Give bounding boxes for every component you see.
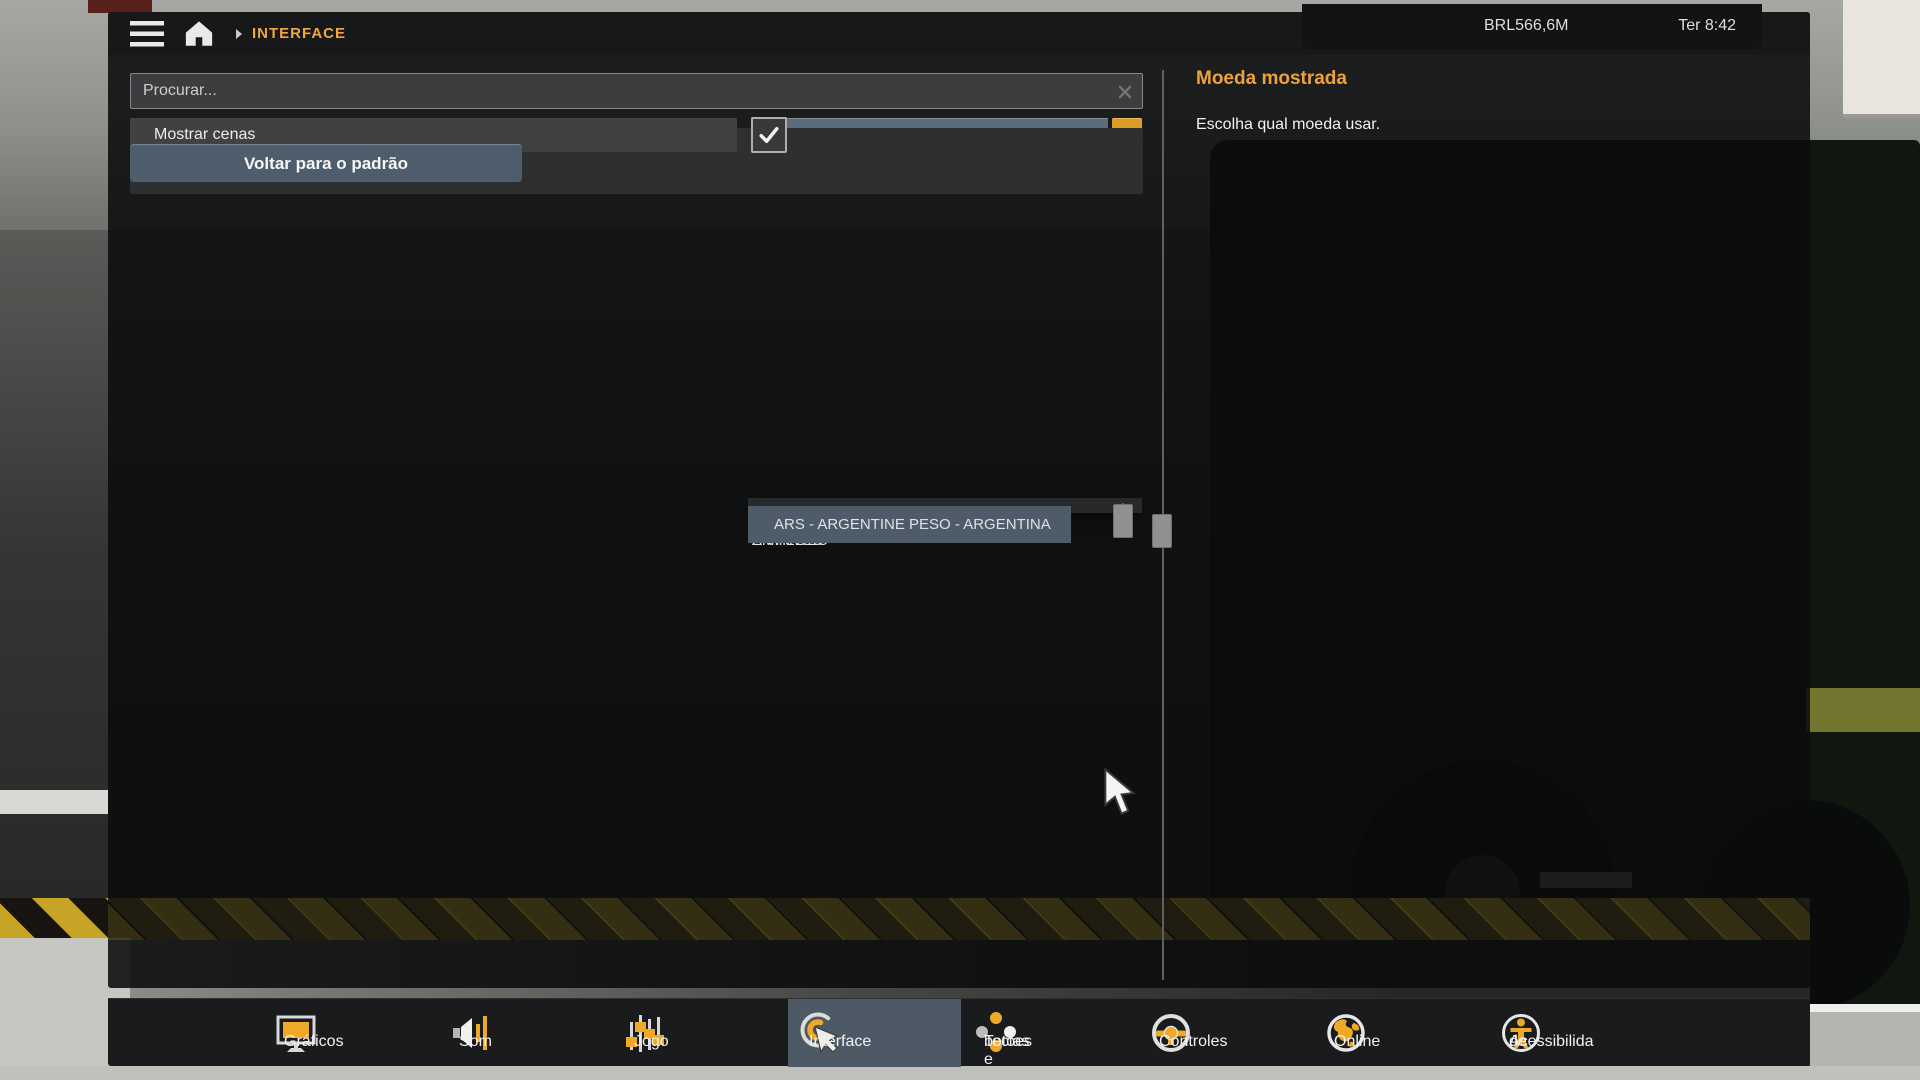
tab-online[interactable]: Online xyxy=(1313,999,1486,1067)
home-icon[interactable] xyxy=(184,19,214,48)
search-bar xyxy=(130,73,1143,109)
settings-tab-bar: Gráficos Som Jogo xyxy=(108,998,1810,1066)
floor-edge-line xyxy=(1810,1004,1920,1012)
money-balance: BRL566,6M xyxy=(1484,17,1569,35)
tab-sound[interactable]: Som xyxy=(438,999,611,1067)
currency-option-highlighted[interactable]: ARS - ARGENTINE PESO - ARGENTINA xyxy=(748,506,1071,543)
tab-game[interactable]: Jogo xyxy=(613,999,786,1067)
tooltip-title: Moeda mostrada xyxy=(1196,68,1347,90)
dropdown-scrollbar-thumb[interactable] xyxy=(1113,504,1133,538)
game-settings-screen: INTERFACE BRL566,6M Ter 8:42 Moeda mostr… xyxy=(0,0,1920,1080)
wall-band xyxy=(0,790,108,814)
menu-hamburger-icon[interactable] xyxy=(130,21,164,47)
game-time: Ter 8:42 xyxy=(1678,17,1736,35)
panel-scrollbar-thumb[interactable] xyxy=(1152,514,1172,548)
breadcrumb: INTERFACE xyxy=(252,25,346,42)
tab-interface[interactable]: Interface xyxy=(788,999,961,1067)
currency-dropdown-list: ADA - CARDANO AED - EMIRATI DIRHAM - UNI… xyxy=(748,498,1142,513)
hud-info-bar: BRL566,6M Ter 8:42 xyxy=(1302,4,1762,50)
chassis-rail xyxy=(1806,688,1920,732)
search-input[interactable] xyxy=(131,74,1142,108)
reset-defaults-button[interactable]: Voltar para o padrão xyxy=(130,144,522,182)
cursor-icon xyxy=(1102,768,1144,818)
garage-floor-bottom xyxy=(0,1066,1920,1080)
tooltip-description: Escolha qual moeda usar. xyxy=(1196,116,1380,134)
breadcrumb-chevron-icon xyxy=(235,28,243,40)
tab-graphics[interactable]: Gráficos xyxy=(263,999,436,1067)
tab-keys-buttons[interactable]: Teclas ebotões xyxy=(963,999,1136,1067)
checkbox-checked[interactable] xyxy=(751,117,787,153)
tab-accessibility[interactable]: Acessibilidade xyxy=(1488,999,1661,1067)
white-pillar xyxy=(1843,0,1920,118)
tab-controls[interactable]: Controles xyxy=(1138,999,1311,1067)
clear-search-icon[interactable] xyxy=(1117,84,1133,100)
